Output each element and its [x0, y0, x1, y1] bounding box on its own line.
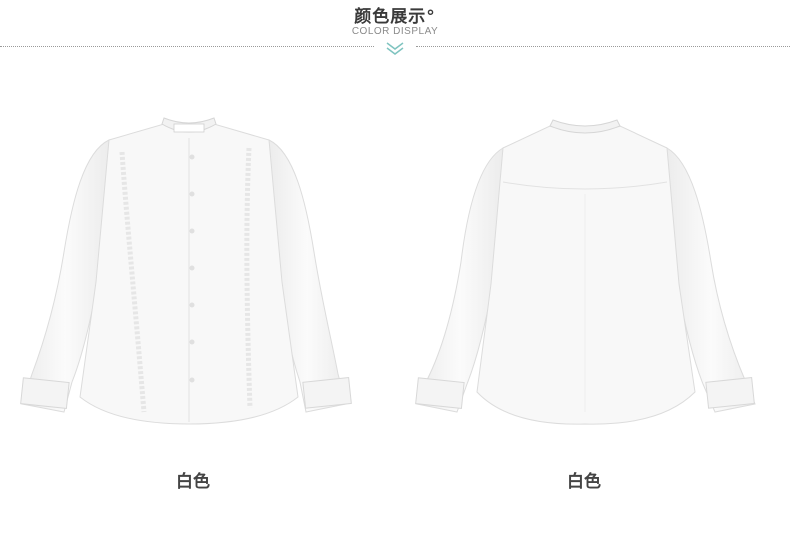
shirt-front-image — [20, 117, 352, 425]
section-title: 颜色展示° — [354, 7, 436, 27]
divider-left — [0, 46, 374, 47]
shirt-back-image — [415, 119, 756, 425]
section-header: 颜色展示° COLOR DISPLAY — [0, 0, 790, 60]
double-chevron-down-icon — [386, 42, 404, 55]
divider-right — [416, 46, 790, 47]
product-caption-front: 白色 — [176, 472, 210, 492]
product-caption-back: 白色 — [567, 472, 601, 492]
section-subtitle: COLOR DISPLAY — [351, 26, 439, 37]
